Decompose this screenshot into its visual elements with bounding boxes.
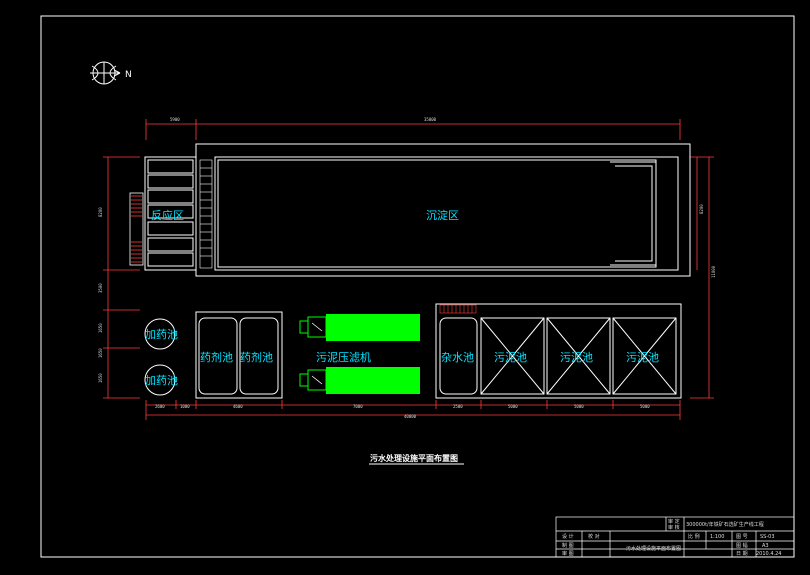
dim-right-upper: 8200 (699, 204, 704, 214)
tb-role6: 审 图 (562, 550, 574, 557)
tb-role3: 设 计 (562, 533, 574, 540)
tb-role1: 审 定 (668, 518, 680, 525)
tb-size-label: 图 幅 (736, 542, 748, 549)
label-dosing-tank-1: 加药池 (145, 328, 178, 341)
tb-date: 2010.4.24 (756, 551, 781, 557)
settling-outlet (610, 161, 657, 266)
dim-right-side: 11000 (711, 265, 716, 278)
dim-top-big: 35000 (424, 117, 437, 122)
label-misc-water-tank: 杂水池 (441, 351, 474, 364)
north-arrow-icon (90, 61, 121, 85)
label-sludge-tank-2: 污泥池 (560, 351, 593, 364)
settling-stair (199, 159, 213, 269)
label-reaction-zone: 反应区 (151, 208, 184, 222)
tb-date-label: 日 期 (736, 551, 748, 557)
filter-press-2 (299, 367, 420, 394)
label-dosing-tank-2: 加药池 (145, 374, 178, 387)
dim-left-low3: 1650 (98, 373, 103, 383)
dim-bottom-4: 7000 (353, 404, 363, 409)
dim-left-low2: 1650 (98, 348, 103, 358)
reaction-stair-left (129, 192, 144, 266)
label-settling-zone: 沉淀区 (426, 208, 459, 222)
tb-role2: 审 核 (668, 524, 680, 531)
drawing-title: 污水处理设施平面布置图 (370, 453, 458, 463)
tb-role5: 制 图 (562, 542, 574, 549)
tb-number: SS-03 (760, 534, 775, 540)
tb-size: A3 (762, 543, 769, 549)
label-filter-press: 污泥压滤机 (316, 350, 371, 364)
north-label: N (125, 70, 132, 80)
label-reagent-tank-1: 药剂池 (200, 350, 233, 364)
dim-bottom-8: 5000 (640, 404, 650, 409)
dim-left-low1: 1650 (98, 323, 103, 333)
tb-scale-label: 比 例 (688, 533, 700, 540)
tb-scale: 1:100 (710, 534, 724, 540)
label-sludge-tank-3: 污泥池 (626, 351, 659, 364)
tank-block-stair (439, 304, 477, 314)
dim-left-mid: 3500 (98, 283, 103, 293)
filter-press-1 (299, 314, 420, 341)
tb-role4: 校 对 (588, 533, 600, 540)
dim-bottom-2: 1000 (180, 404, 190, 409)
drawing-border (40, 15, 795, 558)
top-dimension (145, 119, 681, 140)
dim-left-upper: 8200 (98, 207, 103, 217)
label-reagent-tank-2: 药剂池 (240, 350, 273, 364)
tb-project: 300000t/年铁矿石选矿生产线工程 (686, 521, 764, 528)
dim-bottom-7: 5000 (574, 404, 584, 409)
dim-bottom-6: 5000 (508, 404, 518, 409)
dim-top-small: 5900 (170, 117, 180, 122)
drawing-canvas: N 5900 35000 8200 3500 1650 1650 1650 11… (40, 15, 795, 558)
dim-bottom-1: 2600 (155, 404, 165, 409)
tb-drawing-name: 污水处理设施平面布置图 (626, 545, 681, 552)
dim-bottom-total: 40000 (404, 414, 417, 419)
tb-number-label: 图 号 (736, 534, 748, 540)
dim-bottom-3: 4600 (233, 404, 243, 409)
dim-bottom-5: 2500 (453, 404, 463, 409)
label-sludge-tank-1: 污泥池 (494, 351, 527, 364)
